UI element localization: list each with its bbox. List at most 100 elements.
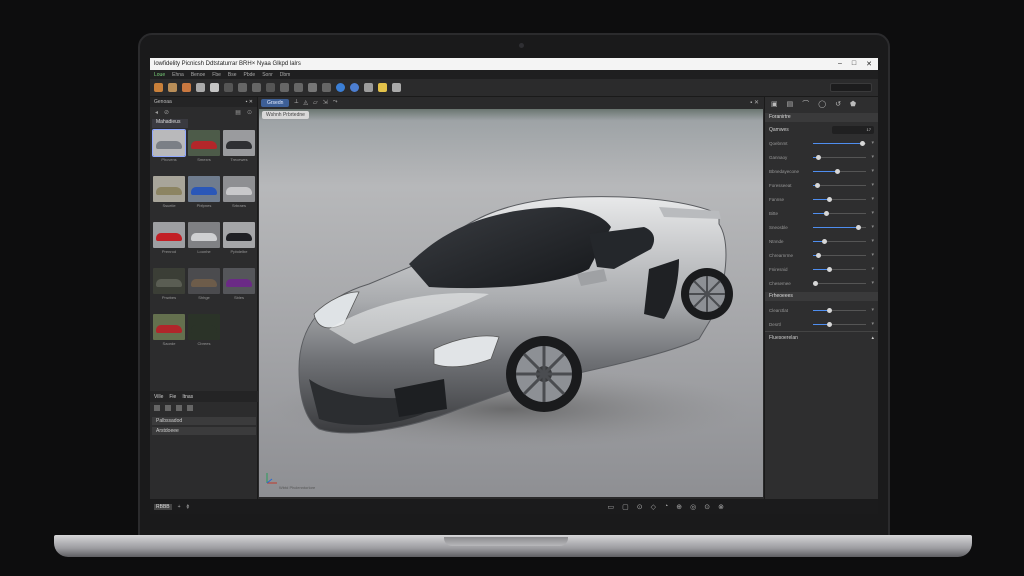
slider-track[interactable] [812,307,867,313]
curve-icon[interactable]: ⌒ [802,99,809,109]
undo-icon[interactable] [224,83,233,92]
maximize-button[interactable]: □ [852,60,856,68]
dropdown-icon[interactable]: ▾ [871,154,874,160]
viewport-tab[interactable]: Grsedn [261,98,290,107]
material-thumbnail[interactable]: Saorde [153,314,185,356]
footer-label[interactable]: Fluesoerelan [769,335,798,341]
cut-icon[interactable] [210,83,219,92]
material-thumbnail[interactable]: Shhge [188,268,220,310]
render-control-icon[interactable]: ▭ [608,503,615,511]
property-slider[interactable]: Fannse ▾ [765,192,878,206]
slider-knob[interactable] [816,154,822,160]
folder-label[interactable]: Mahadieus [152,119,188,128]
dropdown-icon[interactable]: ▾ [871,252,874,258]
slider-track[interactable] [812,252,867,258]
slider-knob[interactable] [824,210,830,216]
menu-item[interactable]: Dbm [280,72,291,78]
light-icon[interactable] [350,83,359,92]
layers-tab[interactable]: Itnas [182,394,193,400]
snap-icon[interactable] [280,83,289,92]
move-icon[interactable] [266,83,275,92]
render-control-icon[interactable]: ◎ [690,503,696,511]
layers-tab[interactable]: Ville [154,394,163,400]
minimize-button[interactable]: – [838,60,842,68]
viewport-menu-icon[interactable]: ▪ ✕ [750,99,759,106]
menu-item[interactable]: Loue [154,72,165,78]
slider-knob[interactable] [816,252,822,258]
property-slider[interactable]: Ntnnde ▾ [765,234,878,248]
add-layer-icon[interactable] [154,405,160,411]
close-icon[interactable]: ▪ ✕ [246,99,253,105]
section-header[interactable]: Foranirtre [765,113,878,122]
add-icon[interactable]: + [178,504,181,510]
filter-icon[interactable]: ⊙ [247,109,252,116]
property-slider[interactable]: Bitte ▾ [765,206,878,220]
dropdown-icon[interactable]: ▾ [871,210,874,216]
redo-icon[interactable] [238,83,247,92]
slider-track[interactable] [812,238,867,244]
property-slider[interactable]: Foresseeat ▾ [765,178,878,192]
material-icon[interactable]: ▤ [787,100,794,108]
slider-knob[interactable] [826,307,832,313]
slider-track[interactable] [812,168,867,174]
material-thumbnail[interactable]: Trecewes [223,130,255,172]
back-icon[interactable]: ◂ [155,109,158,116]
property-slider[interactable]: Clearctlat ▾ [765,303,878,317]
material-thumbnail[interactable]: Pnwbes [153,268,185,310]
slider-track[interactable] [812,280,867,286]
menu-item[interactable]: Benoe [191,72,205,78]
material-thumbnail[interactable]: Sbles [223,268,255,310]
material-thumbnail[interactable]: Pbfpnes [188,176,220,218]
render-control-icon[interactable]: ⊕ [676,503,682,511]
zoom-icon[interactable] [364,83,373,92]
rotate-icon[interactable]: ▱ [313,99,318,106]
menu-item[interactable]: Pbde [244,72,256,78]
settings-icon[interactable] [294,83,303,92]
render-control-icon[interactable]: ◔ [664,503,668,511]
slider-knob[interactable] [821,238,827,244]
reset-icon[interactable]: ↺ [835,100,841,108]
3d-viewport[interactable]: Wshnh Prbrtedne Wbtd Phclenntorlore [259,109,763,497]
select-icon[interactable]: ⟂ [294,99,298,106]
section-header[interactable]: Frheoeees [765,292,878,301]
close-button[interactable]: ✕ [866,60,872,68]
import-icon[interactable] [154,83,163,92]
scale-icon[interactable]: ⇲ [323,99,328,106]
sphere-icon[interactable]: ◯ [818,100,826,108]
slider-track[interactable] [812,140,867,146]
property-slider[interactable]: Chesemee ▾ [765,276,878,290]
move-icon[interactable]: ◬ [303,99,308,106]
slider-knob[interactable] [826,196,832,202]
dropdown-icon[interactable]: ▾ [871,140,874,146]
dropdown-icon[interactable]: ▾ [871,224,874,230]
material-thumbnail[interactable]: Smexrs [188,130,220,172]
dropdown-icon[interactable]: ▾ [871,168,874,174]
slider-track[interactable] [812,266,867,272]
scene-icon[interactable] [196,83,205,92]
search-icon[interactable] [378,83,387,92]
slider-knob[interactable] [834,168,840,174]
material-thumbnail[interactable]: Loonhe [188,222,220,264]
slider-knob[interactable] [826,266,832,272]
slider-knob[interactable] [815,182,821,188]
render-control-icon[interactable]: ◇ [651,503,656,511]
slider-track[interactable] [812,210,867,216]
list-icon[interactable]: ▤ [235,109,241,116]
menu-item[interactable]: Ehna [172,72,184,78]
folder-icon[interactable] [168,83,177,92]
slider-track[interactable] [812,196,867,202]
grid-icon[interactable] [308,83,317,92]
dropdown-icon[interactable]: ▾ [871,238,874,244]
property-slider[interactable]: Gannaoy ▾ [765,150,878,164]
material-thumbnail[interactable]: Ppbdelbe [223,222,255,264]
dropdown-icon[interactable]: ▾ [871,196,874,202]
duplicate-icon[interactable] [176,405,182,411]
property-slider[interactable]: Chrearnrme ▾ [765,248,878,262]
preset-value[interactable]: 17 [832,126,874,134]
property-slider[interactable]: Desrtl ▾ [765,317,878,331]
property-slider[interactable]: Sneosble ▾ [765,220,878,234]
dropdown-icon[interactable]: ▾ [871,307,874,313]
render-control-icon[interactable]: ▢ [622,503,629,511]
dropdown-icon[interactable]: ▾ [871,182,874,188]
properties-icon[interactable]: ▣ [771,100,778,108]
